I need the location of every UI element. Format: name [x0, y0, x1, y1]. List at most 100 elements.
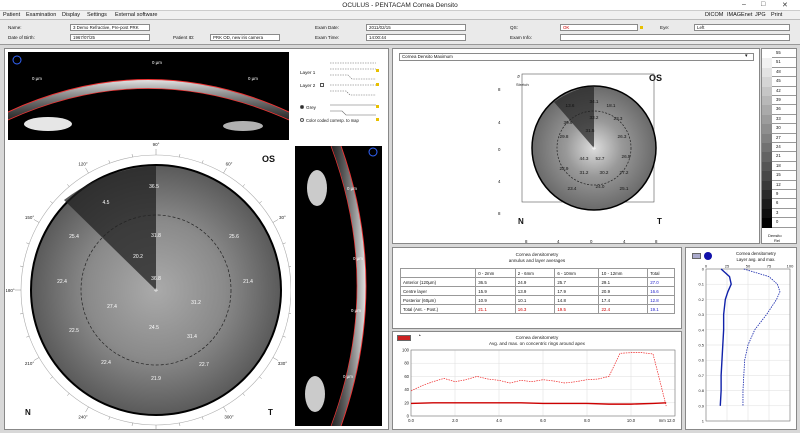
menu-display[interactable]: Display	[62, 12, 80, 18]
angle-tick	[85, 167, 89, 174]
dob-field: 1967/07/25	[70, 34, 150, 41]
maximize-icon[interactable]: □	[761, 1, 765, 8]
scale-value: 30	[776, 125, 781, 131]
scale-cell: 6	[762, 199, 796, 209]
micron-label-right: 0 µm	[248, 76, 258, 81]
map-value: 44.3	[580, 156, 589, 161]
small-x-tick-0: 8	[525, 239, 528, 244]
map-value: 31.2	[191, 300, 201, 306]
x-unit-label: mm 12.0	[659, 418, 676, 423]
scale-cell: 27	[762, 133, 796, 143]
eye-field: Left	[694, 24, 790, 31]
table-cell: Centre layer	[399, 286, 477, 296]
map-value: 22.9	[560, 166, 569, 171]
scale-value: 18	[776, 162, 781, 168]
exam-time-field: 14:00:44	[366, 34, 466, 41]
layer1-indicator-icon	[376, 69, 379, 72]
map-type-dropdown[interactable]: Cornea Densito Maximum	[399, 53, 754, 61]
scheimpflug-svg	[8, 55, 289, 131]
posterior-edge-line	[8, 88, 289, 121]
angle-tick	[201, 160, 204, 164]
series-line-max	[742, 268, 781, 406]
exam-date-field: 2011/02/15	[366, 24, 466, 31]
scale-value: 24	[776, 144, 781, 149]
layer-graph-globe-icon[interactable]	[704, 252, 712, 260]
small-y-tick-0: 8	[498, 87, 501, 92]
eye-orientation-icon[interactable]	[12, 55, 22, 65]
angle-tick	[131, 422, 133, 426]
map-value: 33.2	[590, 115, 599, 120]
ring-graph-panel: ◔ Cornea densitometry Avg. and max. on c…	[392, 331, 682, 430]
scale-swatch	[762, 77, 772, 87]
menu-dicom[interactable]: DICOM	[705, 12, 723, 18]
scale-value: 9	[776, 191, 779, 196]
table-header: 10 - 12mm	[598, 268, 649, 278]
color-coded-radio[interactable]	[300, 118, 304, 122]
window-titlebar: OCULUS - PENTACAM Cornea Densito – □ ✕	[0, 0, 800, 11]
scale-cell: 18	[762, 161, 796, 172]
angle-tick	[223, 167, 227, 174]
density-table-panel: Cornea densitometry annulus and layer av…	[392, 247, 682, 329]
map-value: 23.3	[614, 116, 623, 121]
grey-radio[interactable]	[300, 105, 304, 109]
menu-print[interactable]: Print	[771, 12, 782, 18]
scale-swatch	[762, 124, 772, 134]
angle-tick	[33, 219, 40, 223]
y-tick-label: 0.6	[698, 358, 704, 363]
angle-tick	[85, 406, 89, 413]
map-value: 27.4	[107, 304, 117, 310]
map-value: 25.1	[620, 186, 629, 191]
close-icon[interactable]: ✕	[782, 1, 788, 9]
large-map-temporal-label: T	[268, 408, 273, 417]
menu-settings[interactable]: Settings	[87, 12, 107, 18]
scale-swatch	[762, 199, 772, 209]
table-header: Total	[647, 268, 675, 278]
y-tick-label: 20	[404, 400, 409, 405]
layer-controls: Layer 1 Layer 2 Grey Color coded corresp…	[296, 55, 383, 135]
menu-imagenet[interactable]: IMAGEnet	[727, 12, 752, 18]
small-y-tick-2: 0	[498, 147, 501, 152]
vertical-orientation-icon[interactable]	[368, 147, 378, 157]
map-value: 26.3	[618, 134, 627, 139]
angle-label: 330°	[278, 361, 288, 366]
menu-external-software[interactable]: External software	[115, 12, 158, 18]
map-value: 27.2	[620, 170, 629, 175]
angle-tick	[179, 422, 181, 426]
y-tick-label: 1	[702, 419, 705, 424]
angle-label: 30°	[279, 215, 286, 220]
scale-swatch	[762, 86, 772, 96]
map-value: 36.5	[149, 184, 159, 190]
layer1-label: Layer 1	[300, 70, 316, 75]
map-value: 30.2	[600, 170, 609, 175]
menu-examination[interactable]: Examination	[26, 12, 56, 18]
scale-cell: 48	[762, 67, 796, 78]
x-tick-label: 8.0	[584, 418, 590, 423]
scale-swatch	[762, 152, 772, 162]
y-tick-label: 0.4	[698, 327, 704, 332]
table-cell: 20.9	[598, 286, 649, 296]
chevron-down-icon[interactable]: ▾	[745, 53, 748, 59]
map-value: 23.4	[568, 186, 577, 191]
table-header: 2 - 6mm	[514, 268, 556, 278]
vertical-micron-label-1: 0 µm	[347, 186, 357, 191]
layer-graph-view-icon[interactable]	[692, 253, 701, 259]
table-cell: Posterior (60µm)	[399, 295, 477, 305]
table-row: Anterior (120µm) 36.5 24.9 25.7 29.1 27.…	[399, 277, 675, 287]
exam-info-field	[560, 34, 790, 41]
table-cell: Total (Ant. - Post.)	[399, 304, 477, 314]
map-value: 31.4	[187, 334, 197, 340]
large-map-apex-marker: ✛	[154, 288, 158, 294]
scale-cell: 30	[762, 124, 796, 134]
name-label: Name:	[8, 25, 22, 30]
angle-tick	[108, 416, 111, 420]
menu-patient[interactable]: Patient	[3, 12, 20, 18]
angle-tick	[26, 335, 30, 338]
table-cell: 19.5	[554, 304, 600, 314]
minimize-icon[interactable]: –	[742, 1, 746, 8]
table-cell: 21.1	[475, 304, 516, 314]
map-value: 24.0	[596, 184, 605, 189]
menu-jpg[interactable]: JPG	[755, 12, 766, 18]
patient-name-field: 3 Demo Refractive, Pre-post PRK	[70, 24, 150, 31]
angle-tick	[272, 219, 279, 223]
layer2-checkbox[interactable]	[320, 83, 324, 87]
